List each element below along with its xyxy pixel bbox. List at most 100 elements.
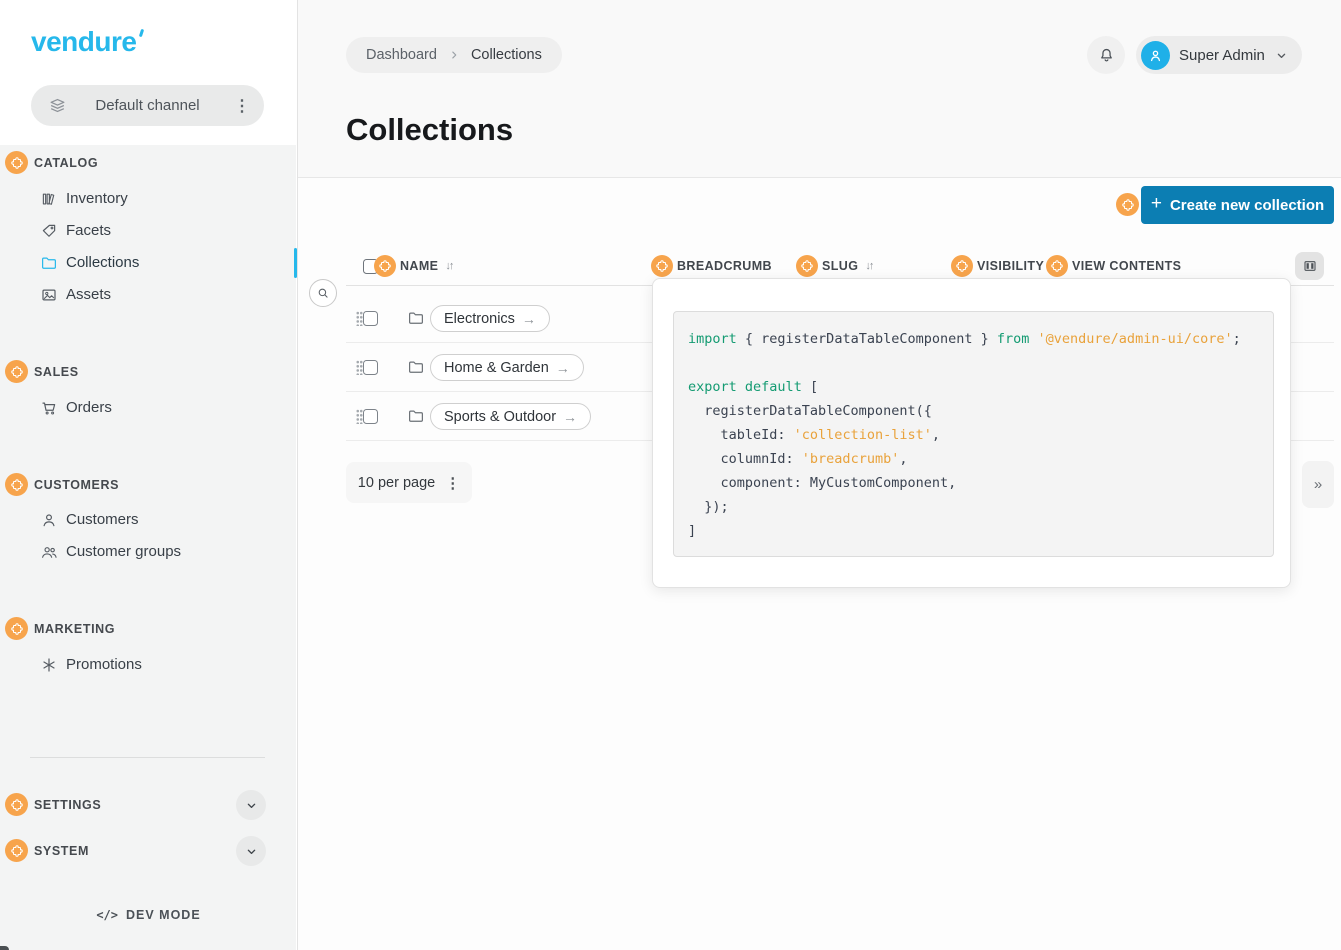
section-label: SYSTEM — [34, 844, 89, 858]
column-picker-button[interactable] — [1295, 252, 1324, 280]
section-label: SETTINGS — [34, 798, 101, 812]
items-per-page-label: 10 per page — [358, 475, 435, 491]
sparkle-icon — [40, 656, 58, 674]
puzzle-icon — [655, 259, 669, 273]
extension-point-icon[interactable] — [5, 473, 28, 496]
arrow-right-icon: → — [522, 311, 536, 327]
dev-mode-popover: import { registerDataTableComponent } fr… — [652, 278, 1291, 588]
kebab-icon: ⋮ — [445, 474, 460, 492]
dev-mode-label: DEV MODE — [126, 908, 201, 922]
collection-link[interactable]: Electronics → — [430, 305, 550, 332]
extension-point-icon[interactable] — [5, 839, 28, 862]
section-label: CATALOG — [34, 156, 98, 170]
sidebar-section-system: SYSTEM — [5, 839, 89, 862]
sidebar-item-label: Customers — [66, 511, 139, 528]
sidebar-item-label: Orders — [66, 399, 112, 416]
row-checkbox[interactable] — [363, 311, 378, 326]
extension-point-icon[interactable] — [951, 255, 973, 277]
column-label: SLUG — [822, 259, 858, 273]
sidebar-item-collections[interactable]: Collections — [0, 247, 297, 279]
column-label: VIEW CONTENTS — [1072, 259, 1181, 273]
chevron-down-icon — [244, 798, 259, 813]
column-header-visibility: VISIBILITY — [951, 255, 1044, 277]
arrow-right-icon: → — [563, 409, 577, 425]
extension-point-icon[interactable] — [796, 255, 818, 277]
notifications-button[interactable] — [1087, 36, 1125, 74]
sidebar-item-label: Customer groups — [66, 543, 181, 560]
vendure-logo[interactable]: vendure — [31, 26, 136, 58]
section-label: CUSTOMERS — [34, 478, 119, 492]
sort-icon[interactable]: ↓↑ — [865, 260, 872, 272]
column-header-slug[interactable]: SLUG ↓↑ — [796, 255, 872, 277]
drag-handle-icon[interactable] — [356, 360, 363, 375]
sidebar-item-label: Inventory — [66, 190, 128, 207]
sidebar-item-promotions[interactable]: Promotions — [0, 649, 297, 681]
sidebar-item-orders[interactable]: Orders — [0, 392, 297, 424]
extension-point-icon[interactable] — [5, 151, 28, 174]
sidebar-item-inventory[interactable]: Inventory — [0, 183, 297, 215]
avatar — [1141, 41, 1170, 70]
collection-name: Sports & Outdoor — [444, 409, 556, 425]
corner-artifact — [0, 946, 9, 950]
row-checkbox[interactable] — [363, 360, 378, 375]
sidebar-section-catalog: CATALOG — [5, 151, 98, 174]
extension-point-icon[interactable] — [5, 793, 28, 816]
settings-expand-button[interactable] — [236, 790, 266, 820]
breadcrumb-collections: Collections — [471, 47, 542, 63]
column-header-name[interactable]: NAME ↓↑ — [374, 255, 452, 277]
row-checkbox[interactable] — [363, 409, 378, 424]
collection-name: Home & Garden — [444, 360, 549, 376]
search-icon — [316, 286, 330, 300]
puzzle-icon — [378, 259, 392, 273]
table-search-button[interactable] — [309, 279, 337, 307]
extension-point-icon[interactable] — [651, 255, 673, 277]
users-icon — [40, 543, 58, 561]
section-label: MARKETING — [34, 622, 115, 636]
sort-icon[interactable]: ↓↑ — [445, 260, 452, 272]
sidebar-section-settings: SETTINGS — [5, 793, 101, 816]
layers-icon — [48, 96, 67, 115]
folder-icon — [407, 309, 425, 327]
kebab-icon[interactable]: ⋮ — [234, 96, 250, 116]
double-chevron-right-icon: » — [1314, 476, 1322, 493]
sidebar-item-label: Promotions — [66, 656, 142, 673]
collection-link[interactable]: Home & Garden → — [430, 354, 584, 381]
sidebar-item-assets[interactable]: Assets — [0, 279, 297, 311]
pagination-next-button[interactable]: » — [1302, 461, 1334, 508]
system-expand-button[interactable] — [236, 836, 266, 866]
breadcrumb-dashboard[interactable]: Dashboard — [366, 47, 437, 63]
arrow-right-icon: → — [556, 360, 570, 376]
puzzle-icon — [10, 622, 24, 636]
user-menu[interactable]: Super Admin — [1136, 36, 1302, 74]
breadcrumb: Dashboard Collections — [346, 37, 562, 73]
section-label: SALES — [34, 365, 79, 379]
drag-handle-icon[interactable] — [356, 409, 363, 424]
items-per-page-select[interactable]: 10 per page ⋮ — [346, 462, 472, 503]
column-header-view-contents: VIEW CONTENTS — [1046, 255, 1181, 277]
extension-point-icon[interactable] — [1046, 255, 1068, 277]
sidebar-divider — [30, 757, 265, 758]
vendure-logo-text: vendure — [31, 26, 136, 57]
extension-point-icon[interactable] — [1116, 193, 1139, 216]
extension-point-icon[interactable] — [5, 617, 28, 640]
collection-link[interactable]: Sports & Outdoor → — [430, 403, 591, 430]
sidebar-item-facets[interactable]: Facets — [0, 215, 297, 247]
puzzle-icon — [10, 156, 24, 170]
sidebar-item-customers[interactable]: Customers — [0, 504, 297, 536]
extension-point-icon[interactable] — [374, 255, 396, 277]
dev-mode-toggle[interactable]: </> DEV MODE — [0, 908, 297, 922]
folder-icon — [407, 407, 425, 425]
sidebar-section-sales: SALES — [5, 360, 79, 383]
chevron-down-icon — [1274, 48, 1289, 63]
sidebar-item-customer-groups[interactable]: Customer groups — [0, 536, 297, 568]
puzzle-icon — [955, 259, 969, 273]
top-bar: Dashboard Collections Collections Super … — [298, 0, 1341, 178]
puzzle-icon — [10, 844, 24, 858]
create-new-collection-button[interactable]: + Create new collection — [1141, 186, 1334, 224]
extension-point-icon[interactable] — [5, 360, 28, 383]
channel-selector[interactable]: Default channel ⋮ — [31, 85, 264, 126]
sidebar: vendure Default channel ⋮ CATALOG Invent… — [0, 0, 298, 950]
chevron-right-icon — [447, 48, 461, 62]
drag-handle-icon[interactable] — [356, 311, 363, 326]
user-icon — [40, 511, 58, 529]
